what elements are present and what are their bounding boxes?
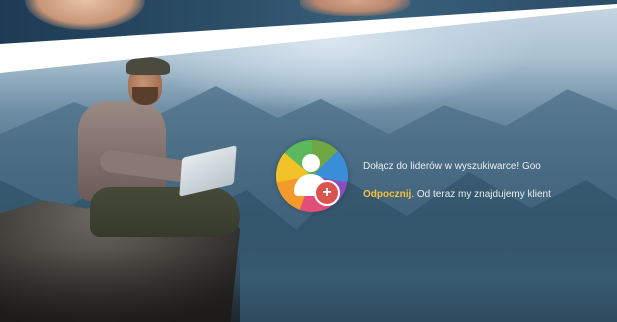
carousel: + Dołącz do liderów w wyszukiwarce! Goo …: [0, 0, 617, 322]
tagline-rest: . Od teraz my znajdujemy klient: [411, 189, 551, 200]
tagline-accent: Odpocznij: [363, 189, 412, 200]
rock-shadow: [0, 250, 240, 322]
add-user-logo: +: [276, 140, 348, 212]
man-with-laptop-photo: [70, 55, 240, 255]
previous-slide-image: [25, 0, 145, 30]
user-icon-head: [302, 154, 320, 172]
hero-tagline: Dołącz do liderów w wyszukiwarce! Goo Od…: [363, 160, 617, 202]
hero-banner[interactable]: + Dołącz do liderów w wyszukiwarce! Goo …: [0, 8, 617, 322]
tagline-line-1: Dołącz do liderów w wyszukiwarce! Goo: [363, 161, 541, 172]
previous-slide-image-detail: [300, 0, 410, 16]
person-beard: [132, 87, 158, 105]
person-legs: [90, 187, 240, 237]
person-cap: [126, 57, 170, 75]
tagline-line-2: Odpocznij. Od teraz my znajdujemy klient: [363, 188, 617, 202]
plus-icon: +: [314, 180, 340, 206]
laptop: [179, 145, 237, 197]
